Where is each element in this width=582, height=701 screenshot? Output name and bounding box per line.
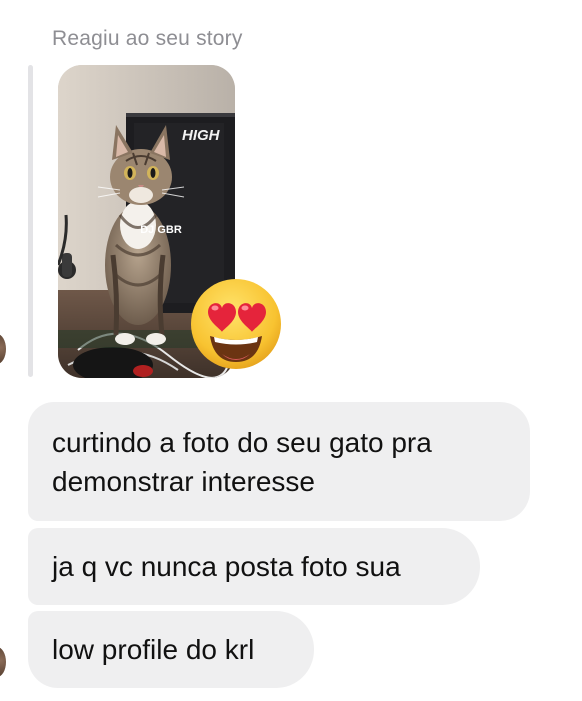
story-overlay-text: DJ GBR [140, 224, 182, 236]
heart-eyes-emoji [188, 276, 284, 372]
story-quote-bar [28, 65, 33, 377]
message-text: curtindo a foto do seu gato pra demonstr… [52, 426, 432, 497]
story-reply-label: Reagiu ao seu story [52, 27, 243, 50]
sender-avatar[interactable] [0, 334, 6, 364]
message-bubble[interactable]: low profile do krl [28, 611, 314, 688]
message-text: ja q vc nunca posta foto sua [52, 551, 401, 582]
message-text: low profile do krl [52, 634, 255, 665]
cabinet-sign-text: HIGH [182, 127, 221, 144]
message-bubble[interactable]: curtindo a foto do seu gato pra demonstr… [28, 402, 530, 521]
sender-avatar[interactable] [0, 647, 6, 677]
message-bubble[interactable]: ja q vc nunca posta foto sua [28, 528, 480, 605]
